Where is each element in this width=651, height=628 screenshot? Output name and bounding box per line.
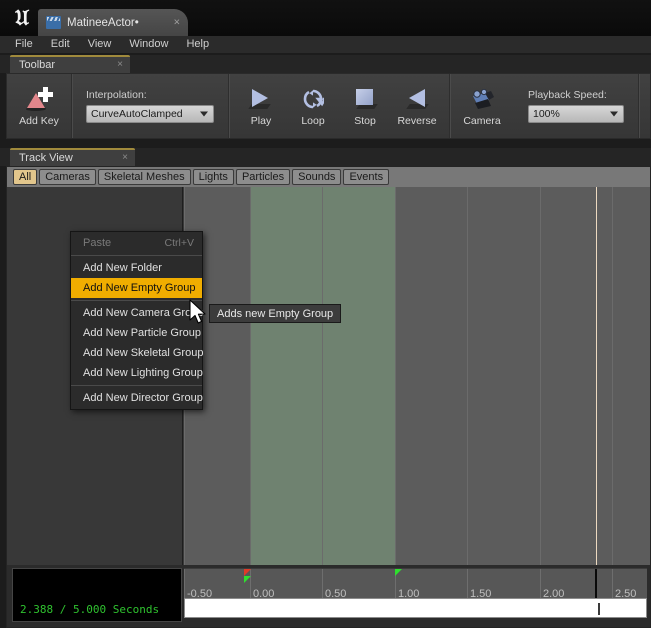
filter-tab-particles[interactable]: Particles	[235, 169, 291, 185]
interpolation-field: Interpolation: CurveAutoClamped	[78, 74, 222, 138]
track-context-menu[interactable]: Paste Ctrl+V Add New Folder Add New Empt…	[70, 231, 203, 410]
menu-item-add-new-particle-group[interactable]: Add New Particle Group	[71, 323, 202, 343]
close-icon[interactable]: ×	[174, 17, 180, 28]
menu-edit[interactable]: Edit	[42, 36, 79, 53]
loop-icon	[298, 86, 328, 112]
track-timeline-canvas[interactable]	[184, 187, 650, 565]
menu-separator	[71, 385, 202, 386]
track-filter-bar: All Cameras Skeletal Meshes Lights Parti…	[7, 167, 650, 187]
playhead-line[interactable]	[596, 187, 597, 565]
camera-label: Camera	[463, 114, 501, 127]
grid-line	[395, 187, 396, 565]
panel-tab-toolbar-label: Toolbar	[19, 59, 56, 71]
timeline-scrollbar[interactable]	[184, 598, 647, 618]
toolbar-panel-tabstrip: Toolbar ×	[0, 55, 651, 73]
filter-tab-events[interactable]: Events	[343, 169, 390, 185]
filter-tab-sounds[interactable]: Sounds	[292, 169, 342, 185]
toolbar-group-interpolation: Interpolation: CurveAutoClamped	[72, 74, 229, 138]
filter-tab-lights[interactable]: Lights	[192, 169, 234, 185]
menu-item-add-new-folder[interactable]: Add New Folder	[71, 258, 202, 278]
tooltip: Adds new Empty Group	[209, 304, 342, 323]
timeline-ruler[interactable]: -0.50 0.00 0.50 1.00 1.50 2.00 2.50	[184, 568, 647, 602]
trackview-panel-tabstrip: Track View ×	[0, 148, 651, 166]
add-key-label: Add Key	[19, 114, 59, 127]
title-bar: 𝔘 MatineeActor• ×	[0, 0, 651, 36]
toolbar-group-speed: Playback Speed: 100%	[514, 74, 639, 138]
stop-label: Stop	[354, 114, 376, 127]
panel-tab-track-view[interactable]: Track View ×	[10, 148, 135, 166]
menu-item-add-new-lighting-group[interactable]: Add New Lighting Group	[71, 363, 203, 383]
loop-start-marker-green[interactable]	[244, 576, 251, 583]
toolbar-group-history: Undo Redo	[639, 74, 650, 138]
playback-speed-value: 100%	[533, 108, 560, 120]
time-status-text: 2.388 / 5.000 Seconds	[20, 603, 160, 616]
menu-item-paste-accelerator: Ctrl+V	[164, 237, 194, 249]
menu-file[interactable]: File	[6, 36, 42, 53]
playback-speed-select[interactable]: 100%	[528, 105, 624, 123]
play-icon	[246, 86, 276, 112]
chevron-down-icon	[200, 111, 208, 117]
menu-window[interactable]: Window	[120, 36, 177, 53]
scrollbar-position-tick	[598, 603, 600, 615]
close-icon[interactable]: ×	[122, 153, 128, 163]
reverse-label: Reverse	[397, 114, 437, 127]
toolbar-group-camera: Camera	[450, 74, 514, 138]
loop-end-marker-green[interactable]	[395, 569, 402, 576]
matinee-toolbar: Add Key Interpolation: CurveAutoClamped …	[6, 73, 651, 139]
loop-label: Loop	[301, 114, 325, 127]
stop-button[interactable]: Stop	[339, 74, 391, 138]
document-tab-label: MatineeActor•	[67, 16, 139, 29]
menu-item-paste-label: Paste	[83, 237, 112, 249]
reverse-button[interactable]: Reverse	[391, 74, 443, 138]
reverse-icon	[402, 86, 432, 112]
playback-speed-caption: Playback Speed:	[528, 89, 607, 101]
menu-item-paste: Paste Ctrl+V	[71, 233, 202, 253]
play-button[interactable]: Play	[235, 74, 287, 138]
menu-help[interactable]: Help	[177, 36, 218, 53]
grid-line	[467, 187, 468, 565]
menu-separator	[71, 255, 202, 256]
unreal-engine-logo-icon: 𝔘	[14, 5, 30, 30]
interpolation-value: CurveAutoClamped	[91, 108, 183, 120]
grid-line	[612, 187, 613, 565]
playback-speed-field: Playback Speed: 100%	[520, 74, 632, 138]
filter-tab-all[interactable]: All	[13, 169, 38, 185]
toolbar-group-addkey: Add Key	[7, 74, 72, 138]
menu-item-add-new-camera-group[interactable]: Add New Camera Group	[71, 303, 203, 323]
close-icon[interactable]: ×	[117, 60, 123, 70]
menu-bar: File Edit View Window Help	[0, 36, 651, 53]
menu-item-add-new-director-group[interactable]: Add New Director Group	[71, 388, 203, 408]
menu-view[interactable]: View	[79, 36, 121, 53]
loop-start-marker-red[interactable]	[244, 569, 251, 576]
toolbar-group-transport: Play Loop Stop Reverse	[229, 74, 450, 138]
stop-icon	[350, 86, 380, 112]
menu-item-add-new-empty-group[interactable]: Add New Empty Group	[71, 278, 202, 298]
grid-line	[250, 187, 251, 565]
loop-button[interactable]: Loop	[287, 74, 339, 138]
interpolation-select[interactable]: CurveAutoClamped	[86, 105, 214, 123]
menu-separator	[71, 300, 202, 301]
chevron-down-icon	[610, 111, 618, 117]
add-key-button[interactable]: Add Key	[13, 74, 65, 138]
timeline-bar: 2.388 / 5.000 Seconds -0.50 0.00 0.50 1.…	[7, 565, 650, 627]
document-tab-matinee-actor[interactable]: MatineeActor• ×	[38, 9, 188, 36]
play-label: Play	[250, 114, 272, 127]
add-key-icon	[24, 86, 54, 112]
matinee-clapperboard-icon	[46, 16, 61, 29]
grid-line	[322, 187, 323, 565]
panel-tab-track-view-label: Track View	[19, 152, 73, 164]
camera-button[interactable]: Camera	[456, 74, 508, 138]
camera-icon	[467, 86, 497, 112]
interpolation-caption: Interpolation:	[86, 89, 147, 101]
filter-tab-skeletal-meshes[interactable]: Skeletal Meshes	[97, 169, 191, 185]
time-status-display: 2.388 / 5.000 Seconds	[12, 568, 182, 622]
grid-line	[540, 187, 541, 565]
panel-tab-toolbar[interactable]: Toolbar ×	[10, 55, 130, 73]
menu-item-add-new-skeletal-group[interactable]: Add New Skeletal Group	[71, 343, 203, 363]
undo-button[interactable]: Undo	[645, 74, 650, 138]
filter-tab-cameras[interactable]: Cameras	[39, 169, 96, 185]
